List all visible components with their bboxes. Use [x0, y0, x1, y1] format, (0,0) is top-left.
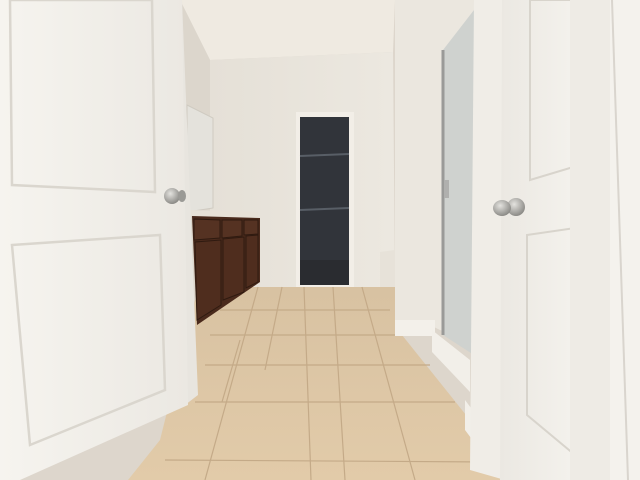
vanity-door	[222, 236, 245, 301]
baseboard	[395, 320, 435, 336]
bathroom-scene	[0, 0, 640, 480]
ceiling	[180, 0, 395, 60]
closet-floor	[300, 260, 349, 285]
bathroom-photo	[0, 0, 640, 480]
vanity-door	[245, 234, 259, 289]
vanity-drawer	[243, 219, 259, 236]
vanity-door	[194, 239, 222, 321]
door-knob-icon[interactable]	[164, 188, 186, 204]
mirror	[186, 104, 214, 213]
shower-handle	[444, 180, 449, 198]
vanity-drawer	[221, 219, 243, 239]
closet-interior	[300, 117, 349, 285]
vanity-drawer	[193, 218, 221, 241]
